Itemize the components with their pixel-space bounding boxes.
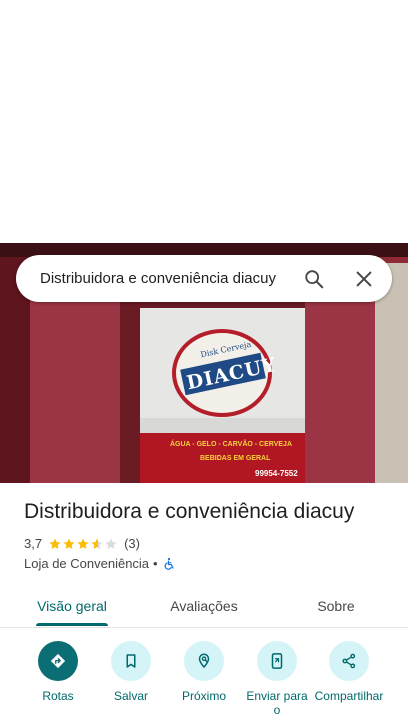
- save-label: Salvar: [113, 689, 148, 703]
- tab-bar: Visão geral Avaliações Sobre: [0, 584, 408, 628]
- send-to-phone-button[interactable]: Enviar para o: [237, 641, 317, 717]
- share-button[interactable]: Compartilhar: [309, 641, 389, 703]
- category-label: Loja de Conveniência: [24, 556, 150, 571]
- active-tab-indicator: [36, 623, 108, 626]
- share-label: Compartilhar: [314, 689, 384, 703]
- share-icon[interactable]: [329, 641, 369, 681]
- separator-dot: •: [153, 556, 158, 571]
- banner-line1-text: ÁGUA - GELO - CARVÃO - CERVEJA: [170, 441, 292, 448]
- directions-button[interactable]: Rotas: [18, 641, 98, 703]
- map-blank-area: [0, 0, 408, 243]
- tab-overview[interactable]: Visão geral: [20, 584, 124, 628]
- search-bar[interactable]: Distribuidora e conveniência diacuy: [16, 255, 392, 302]
- star-icon: [63, 537, 75, 549]
- nearby-icon[interactable]: [184, 641, 224, 681]
- banner-line2-text: BEBIDAS EM GERAL: [200, 455, 271, 462]
- search-input[interactable]: Distribuidora e conveniência diacuy: [40, 270, 294, 287]
- place-title: Distribuidora e conveniência diacuy: [24, 500, 355, 523]
- tab-reviews[interactable]: Avaliações: [152, 584, 256, 628]
- rating-value: 3,7: [24, 536, 43, 551]
- star-empty-icon: [105, 537, 117, 549]
- bookmark-icon[interactable]: [111, 641, 151, 681]
- nearby-button[interactable]: Próximo: [164, 641, 244, 703]
- close-icon[interactable]: [344, 259, 384, 299]
- banner-phone-text: 99954-7552: [255, 469, 298, 478]
- wheelchair-accessible-icon: [164, 557, 174, 570]
- directions-label: Rotas: [42, 689, 74, 703]
- nearby-label: Próximo: [181, 689, 226, 703]
- search-icon[interactable]: [294, 259, 334, 299]
- directions-icon[interactable]: [38, 641, 78, 681]
- rating-stars: [48, 537, 118, 551]
- star-icon: [49, 537, 61, 549]
- send-to-phone-label: Enviar para o: [246, 689, 308, 717]
- reviews-count[interactable]: (3): [124, 536, 140, 551]
- category-row: Loja de Conveniência •: [24, 556, 176, 571]
- send-to-phone-icon[interactable]: [257, 641, 297, 681]
- save-button[interactable]: Salvar: [91, 641, 171, 703]
- rating-row[interactable]: 3,7 (3): [24, 536, 140, 551]
- star-icon: [77, 537, 89, 549]
- star-half-icon: [91, 537, 103, 549]
- tab-about[interactable]: Sobre: [284, 584, 388, 628]
